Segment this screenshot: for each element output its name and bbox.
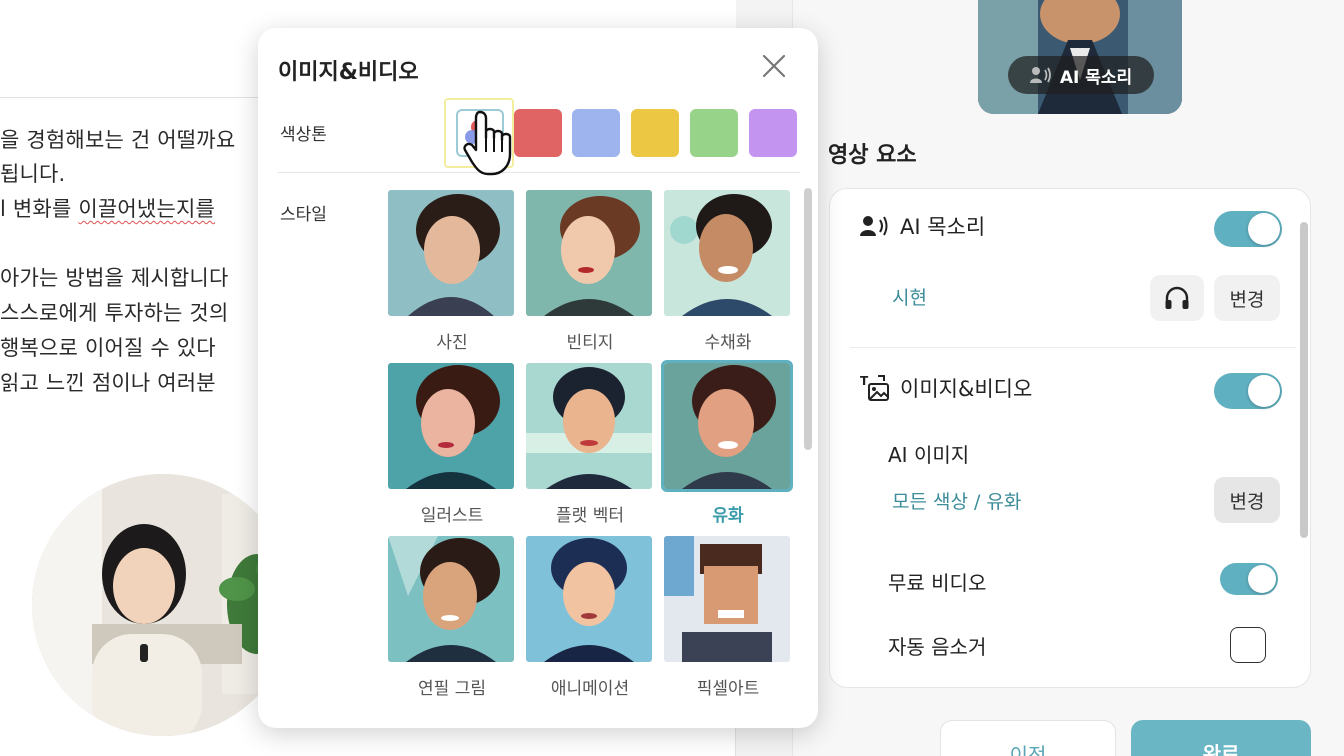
prev-button-label: 이전 [1009, 743, 1047, 756]
prev-button[interactable]: 이전 [940, 720, 1116, 756]
style-tile-pencil[interactable] [388, 536, 514, 662]
image-video-modal: 이미지&비디오 색상톤 스타일 사진 빈티지 수채화 일러스트 플랫 벡터 유화… [258, 28, 818, 728]
style-label-watercolor: 수채화 [704, 333, 752, 353]
app-stage: 을 경험해보는 건 어떨까요 됩니다. l 변화를 이끌어냈는지를 아가는 방법… [0, 0, 1344, 756]
video-elements-title: 영상 요소 [828, 143, 917, 168]
style-tile-animation[interactable] [526, 536, 652, 662]
style-thumbnail [526, 536, 652, 662]
ai-voice-badge: AI 목소리 [1008, 56, 1154, 94]
ai-voice-row: AI 목소리 [860, 211, 985, 241]
video-elements-card: AI 목소리 시현 변경 T 이미지&비디오 AI 이미지 모든 색상 / 유화… [829, 188, 1311, 688]
doc-line: 행복으로 이어질 수 있다 [0, 332, 216, 362]
ai-voice-toggle[interactable] [1214, 211, 1282, 247]
style-thumbnail [664, 363, 790, 489]
image-text-icon: T [860, 374, 889, 401]
style-tile-vintage[interactable] [526, 190, 652, 316]
card-scrollbar[interactable] [1300, 222, 1308, 538]
card-divider [850, 347, 1296, 348]
doc-line: 스스로에게 투자하는 것의 [0, 297, 228, 327]
style-label-animation: 애니메이션 [550, 679, 630, 699]
ai-voice-label: AI 목소리 [900, 215, 986, 239]
doc-line-text: 행복으로 이어질 수 있다 [0, 336, 216, 360]
modal-scrollbar[interactable] [804, 188, 812, 450]
style-tile-pixel-art[interactable] [664, 536, 790, 662]
style-label-oil-painting: 유화 [712, 506, 744, 526]
change-voice-button[interactable]: 변경 [1214, 275, 1280, 321]
style-tile-illustration[interactable] [388, 363, 514, 489]
speaker-person-icon [860, 216, 888, 236]
doc-line-text: 읽고 느낀 점이나 여러분 [0, 371, 216, 395]
presenter-image [32, 474, 294, 736]
swatch-yellow[interactable] [631, 109, 679, 157]
style-label-pencil: 연필 그림 [418, 679, 486, 699]
style-label-pixel-art: 픽셀아트 [696, 679, 760, 699]
done-button-label: 완료 [1202, 742, 1240, 756]
style-thumbnail [664, 536, 790, 662]
close-icon [762, 54, 786, 78]
style-thumbnail [526, 190, 652, 316]
style-thumbnail [664, 190, 790, 316]
doc-line: 아가는 방법을 제시합니다 [0, 262, 228, 292]
hand-cursor-icon [462, 108, 522, 180]
ai-voice-badge-label: AI 목소리 [1059, 67, 1133, 88]
style-thumbnail [526, 363, 652, 489]
swatch-blue[interactable] [572, 109, 620, 157]
headphones-icon [1165, 286, 1189, 309]
svg-text:T: T [860, 374, 869, 388]
doc-line: 을 경험해보는 건 어떨까요 [0, 124, 235, 154]
style-label-flat-vector: 플랫 벡터 [556, 506, 624, 526]
ai-image-label: AI 이미지 [888, 443, 970, 467]
doc-line-text: 됩니다. [0, 162, 66, 186]
webcam-overlay [32, 474, 294, 736]
change-image-button[interactable]: 변경 [1214, 477, 1280, 523]
style-label-photo: 사진 [436, 333, 468, 353]
doc-line-text: 을 경험해보는 건 어떨까요 [0, 128, 236, 152]
modal-title: 이미지&비디오 [278, 60, 419, 85]
listen-button[interactable] [1150, 275, 1204, 321]
ai-image-value: 모든 색상 / 유화 [892, 491, 1022, 513]
style-thumbnail [388, 536, 514, 662]
doc-line: 읽고 느낀 점이나 여러분 [0, 367, 216, 397]
modal-divider [278, 172, 800, 173]
style-label-vintage: 빈티지 [566, 333, 614, 353]
doc-line-text: l 변화를 [0, 197, 79, 221]
image-video-toggle[interactable] [1214, 373, 1282, 409]
swatch-green[interactable] [690, 109, 738, 157]
doc-line: l 변화를 이끌어냈는지를 [0, 193, 215, 223]
style-tile-flat-vector[interactable] [526, 363, 652, 489]
free-video-label: 무료 비디오 [888, 571, 987, 595]
style-tile-photo[interactable] [388, 190, 514, 316]
doc-line-text: 스스로에게 투자하는 것의 [0, 301, 229, 325]
auto-mute-label: 자동 음소거 [888, 635, 987, 659]
free-video-toggle[interactable] [1220, 563, 1278, 595]
auto-mute-checkbox[interactable] [1230, 627, 1266, 663]
close-button[interactable] [758, 50, 790, 82]
speaker-person-icon [1029, 67, 1051, 83]
style-label-illustration: 일러스트 [420, 506, 484, 526]
color-tone-label: 색상톤 [280, 125, 327, 145]
voice-name: 시현 [892, 287, 927, 309]
image-video-row: T 이미지&비디오 [860, 373, 1032, 403]
spellcheck-word: 이끌어냈는지를 [78, 197, 215, 221]
doc-line-text: 아가는 방법을 제시합니다 [0, 266, 229, 290]
done-button[interactable]: 완료 [1131, 720, 1311, 756]
image-video-label: 이미지&비디오 [900, 377, 1033, 401]
style-label: 스타일 [280, 205, 327, 225]
doc-line: 됩니다. [0, 158, 65, 188]
swatch-purple[interactable] [749, 109, 797, 157]
style-tile-oil-painting[interactable] [661, 360, 793, 492]
style-thumbnail [388, 190, 514, 316]
style-thumbnail [388, 363, 514, 489]
style-tile-watercolor[interactable] [664, 190, 790, 316]
